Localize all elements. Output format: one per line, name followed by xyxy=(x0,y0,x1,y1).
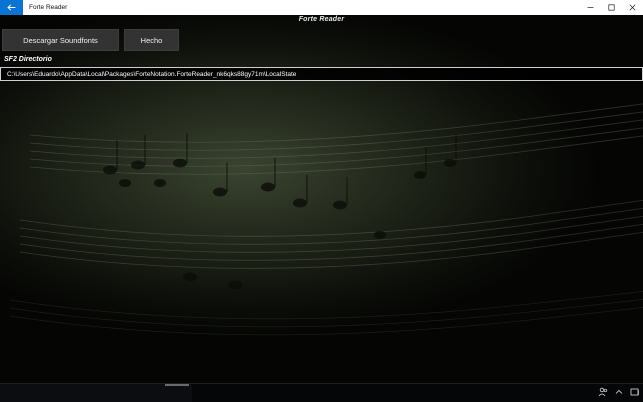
minimize-button[interactable] xyxy=(580,0,601,15)
window-controls xyxy=(580,0,643,15)
taskbar xyxy=(0,383,643,402)
system-tray xyxy=(598,387,640,397)
back-arrow-icon xyxy=(7,4,16,11)
title-bar: Forte Reader xyxy=(0,0,643,15)
done-button[interactable]: Hecho xyxy=(124,29,179,51)
chevron-up-icon[interactable] xyxy=(615,388,623,396)
window-title: Forte Reader xyxy=(29,4,68,11)
tablet-icon[interactable] xyxy=(630,388,640,396)
taskbar-active-indicator xyxy=(165,384,189,386)
sf2-directory-label: SF2 Directorio xyxy=(4,56,52,63)
download-soundfonts-button[interactable]: Descargar Soundfonts xyxy=(2,29,119,51)
people-icon[interactable] xyxy=(598,387,608,397)
main-area: Forte Reader Descargar Soundfonts Hecho … xyxy=(0,15,643,383)
taskbar-app-area xyxy=(0,384,192,402)
sf2-directory-field[interactable]: C:\Users\Eduardo\AppData\Local\Packages\… xyxy=(0,67,643,81)
maximize-button[interactable] xyxy=(601,0,622,15)
back-button[interactable] xyxy=(0,0,23,15)
app-brand: Forte Reader xyxy=(298,16,345,23)
maximize-icon xyxy=(608,4,615,11)
close-icon xyxy=(629,4,636,11)
minimize-icon xyxy=(587,7,594,8)
close-button[interactable] xyxy=(622,0,643,15)
